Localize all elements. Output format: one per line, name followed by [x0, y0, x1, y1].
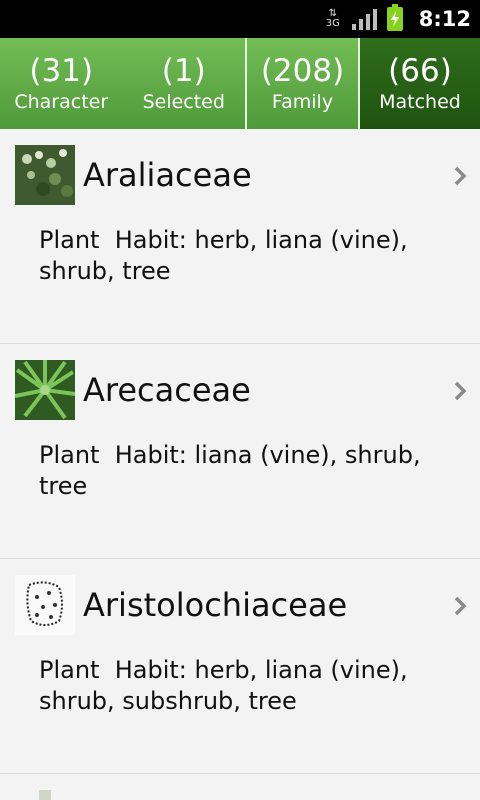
plant-thumbnail-icon: [39, 790, 51, 800]
family-name: Arecaceae: [83, 371, 251, 409]
network-type: 3G: [325, 18, 340, 29]
tab-group-character-selected: (31) Character (1) Selected: [0, 38, 245, 129]
list-item-header: Araliaceae: [15, 145, 480, 205]
family-name: Aristolochiaceae: [83, 586, 348, 624]
plant-thumbnail-icon: [15, 145, 75, 205]
chevron-right-icon: [454, 596, 467, 616]
tab-matched-label: Matched: [379, 90, 461, 113]
tab-selected[interactable]: (1) Selected: [123, 38, 246, 129]
list-item[interactable]: [0, 774, 480, 800]
chevron-right-icon: [454, 381, 467, 401]
plant-habit: Plant Habit: herb, liana (vine), shrub, …: [39, 226, 416, 285]
list-item[interactable]: Aristolochiaceae Plant Habit: herb, lian…: [0, 559, 480, 774]
family-name: Araliaceae: [83, 156, 252, 194]
list-item[interactable]: Arecaceae Plant Habit: liana (vine), shr…: [0, 344, 480, 559]
data-arrows-icon: ⇅ 3G: [324, 9, 342, 29]
list-item[interactable]: Araliaceae Plant Habit: herb, liana (vin…: [0, 129, 480, 344]
plant-habit: Plant Habit: herb, liana (vine), shrub, …: [39, 656, 416, 715]
tab-selected-label: Selected: [142, 90, 225, 113]
plant-thumbnail-icon: [15, 575, 75, 635]
clock: 8:12: [418, 7, 471, 31]
tab-matched-count: (66): [388, 52, 452, 89]
tab-character[interactable]: (31) Character: [0, 38, 123, 129]
tab-character-count: (31): [29, 52, 94, 89]
battery-charging-icon: [386, 4, 403, 31]
status-bar: ⇅ 3G 8:12: [0, 0, 480, 38]
tab-matched[interactable]: (66) Matched: [358, 38, 480, 129]
tab-bar: (31) Character (1) Selected (208) Family…: [0, 38, 480, 129]
list-item-header: Aristolochiaceae: [15, 575, 480, 635]
tab-family-count: (208): [260, 52, 345, 89]
plant-habit: Plant Habit: liana (vine), shrub, tree: [39, 441, 429, 500]
tab-selected-count: (1): [161, 52, 206, 89]
tab-family-label: Family: [271, 90, 334, 113]
family-list: Araliaceae Plant Habit: herb, liana (vin…: [0, 129, 480, 800]
tab-character-label: Character: [14, 90, 109, 113]
plant-thumbnail-icon: [15, 360, 75, 420]
chevron-right-icon: [454, 166, 467, 186]
list-item-header: Arecaceae: [15, 360, 480, 420]
signal-icon: [351, 8, 377, 30]
tab-family[interactable]: (208) Family: [245, 38, 358, 129]
